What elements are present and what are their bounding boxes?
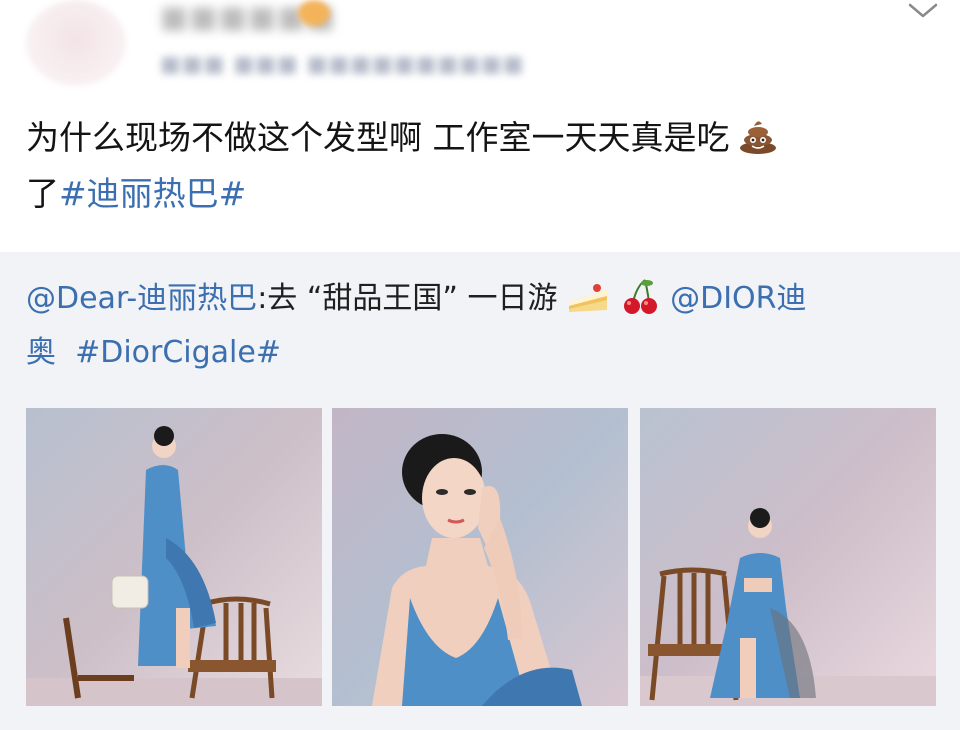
post-meta-blurred: ■■■ ■■■ ■■■■■■■■■■ xyxy=(160,52,525,77)
cake-emoji-icon xyxy=(567,276,609,316)
hashtag-link[interactable]: #迪丽热巴# xyxy=(59,174,246,213)
post-text-line1: 为什么现场不做这个发型啊 工作室一天天真是吃 xyxy=(26,118,730,157)
quoted-post-text: @Dear-迪丽热巴:去 “甜品王国” 一日游 @DIOR迪 奥 #DiorCi… xyxy=(26,272,936,380)
photo-seated-chair[interactable] xyxy=(640,408,936,706)
avatar[interactable] xyxy=(26,0,126,86)
chevron-down-icon xyxy=(908,3,938,18)
post-header: ■■■■■■ ■■■ ■■■ ■■■■■■■■■■ xyxy=(0,0,960,110)
hashtag-link-diorcigale[interactable]: #DiorCigale# xyxy=(75,335,281,370)
post-text: 为什么现场不做这个发型啊 工作室一天天真是吃 了#迪丽热巴# xyxy=(26,110,926,222)
photo-portrait[interactable] xyxy=(332,408,628,706)
cherry-emoji-icon xyxy=(619,276,661,316)
post-text-line2-prefix: 了 xyxy=(26,174,59,213)
photo-standing-chair[interactable] xyxy=(26,408,322,706)
mention-link-dior-cont[interactable]: 奥 xyxy=(26,335,56,370)
quote-body: :去 “甜品王国” 一日游 xyxy=(257,281,558,316)
mention-link-dear[interactable]: @Dear-迪丽热巴 xyxy=(26,281,257,316)
vip-badge-icon xyxy=(298,0,330,26)
poop-emoji-icon xyxy=(738,115,778,154)
more-button[interactable] xyxy=(906,0,940,22)
mention-link-dior[interactable]: @DIOR迪 xyxy=(670,281,806,316)
